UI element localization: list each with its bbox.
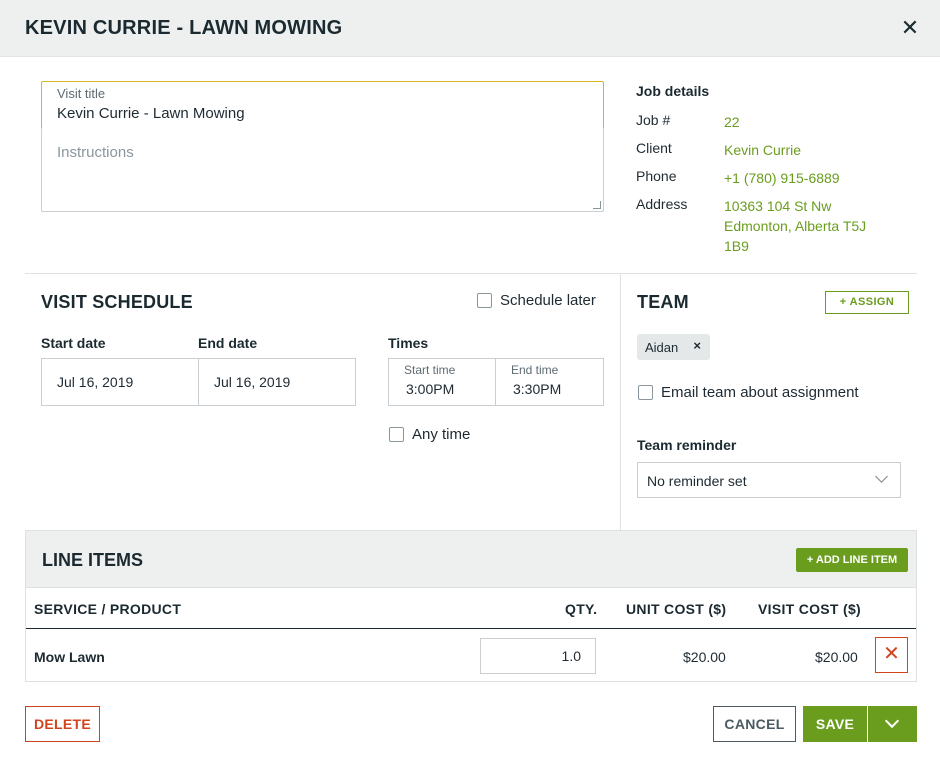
any-time-label: Any time <box>412 426 471 443</box>
visit-title-value[interactable]: Kevin Currie - Lawn Mowing <box>57 105 245 122</box>
visit-cost-value: $20.00 <box>815 649 858 665</box>
dialog-title: KEVIN CURRIE - LAWN MOWING <box>25 17 343 39</box>
team-member-name: Aidan <box>645 340 679 355</box>
times-label: Times <box>388 335 429 351</box>
address-line-2[interactable]: Edmonton, Alberta T5J <box>724 216 866 236</box>
remove-line-item-button[interactable]: ✕ <box>875 637 908 673</box>
visit-title-field[interactable]: Visit title Kevin Currie - Lawn Mowing <box>41 81 604 129</box>
end-date-label: End date <box>198 335 258 351</box>
job-details-heading: Job details <box>636 83 710 99</box>
end-time-value: 3:30PM <box>513 381 562 397</box>
save-button[interactable]: SAVE <box>803 706 867 742</box>
save-options-button[interactable] <box>868 706 917 742</box>
column-header-service: SERVICE / PRODUCT <box>34 601 182 617</box>
line-items-heading: LINE ITEMS <box>42 550 144 570</box>
visit-title-label: Visit title <box>57 86 106 101</box>
line-items-header: LINE ITEMS + ADD LINE ITEM <box>26 531 916 588</box>
column-header-unit-cost: UNIT COST ($) <box>626 601 727 617</box>
team-heading: TEAM <box>637 292 689 312</box>
start-time-label: Start time <box>404 363 456 377</box>
schedule-later-checkbox[interactable] <box>477 293 492 308</box>
job-number-label: Job # <box>636 112 671 128</box>
end-time-input[interactable]: End time 3:30PM <box>495 358 604 406</box>
line-item-name: Mow Lawn <box>34 649 105 665</box>
remove-member-icon[interactable]: × <box>693 338 701 353</box>
end-date-value: Jul 16, 2019 <box>214 374 291 390</box>
end-time-label: End time <box>511 363 559 377</box>
end-date-input[interactable]: Jul 16, 2019 <box>198 358 356 406</box>
schedule-later-label: Schedule later <box>500 292 596 309</box>
column-header-qty: QTY. <box>565 601 598 617</box>
unit-cost-value: $20.00 <box>683 649 726 665</box>
address-line-3[interactable]: 1B9 <box>724 236 749 256</box>
client-value[interactable]: Kevin Currie <box>724 140 801 160</box>
phone-label: Phone <box>636 168 677 184</box>
email-team-checkbox[interactable] <box>638 385 653 400</box>
header-divider <box>26 628 916 629</box>
instructions-placeholder: Instructions <box>57 144 134 161</box>
start-date-input[interactable]: Jul 16, 2019 <box>41 358 199 406</box>
close-icon[interactable]: ✕ <box>898 16 922 40</box>
email-team-label: Email team about assignment <box>661 384 859 401</box>
address-line-1[interactable]: 10363 104 St Nw <box>724 196 831 216</box>
line-items-panel: LINE ITEMS + ADD LINE ITEM SERVICE / PRO… <box>25 530 917 682</box>
delete-button[interactable]: DELETE <box>25 706 100 742</box>
client-label: Client <box>636 140 672 156</box>
quantity-input[interactable]: 1.0 <box>480 638 596 674</box>
assign-button[interactable]: + ASSIGN <box>825 291 909 314</box>
instructions-field[interactable]: Instructions <box>41 128 604 212</box>
job-number-value[interactable]: 22 <box>724 112 740 132</box>
phone-value[interactable]: +1 (780) 915-6889 <box>724 168 840 188</box>
visit-schedule-heading: VISIT SCHEDULE <box>41 292 193 312</box>
add-line-item-button[interactable]: + ADD LINE ITEM <box>796 548 908 572</box>
any-time-checkbox[interactable] <box>389 427 404 442</box>
column-header-visit-cost: VISIT COST ($) <box>758 601 861 617</box>
team-reminder-label: Team reminder <box>637 437 737 453</box>
cancel-button[interactable]: CANCEL <box>713 706 796 742</box>
section-divider <box>25 273 917 274</box>
address-label: Address <box>636 196 688 212</box>
team-reminder-value: No reminder set <box>647 473 747 489</box>
chevron-down-icon <box>884 713 900 729</box>
dialog-header: KEVIN CURRIE - LAWN MOWING ✕ <box>0 0 940 57</box>
start-time-value: 3:00PM <box>406 381 455 397</box>
team-member-chip: Aidan × <box>637 334 710 360</box>
start-time-input[interactable]: Start time 3:00PM <box>388 358 496 406</box>
column-divider <box>620 273 621 530</box>
chevron-down-icon <box>875 470 888 483</box>
start-date-value: Jul 16, 2019 <box>57 374 134 390</box>
team-reminder-select[interactable]: No reminder set <box>637 462 901 498</box>
start-date-label: Start date <box>41 335 106 351</box>
resize-handle-icon[interactable] <box>593 201 601 209</box>
